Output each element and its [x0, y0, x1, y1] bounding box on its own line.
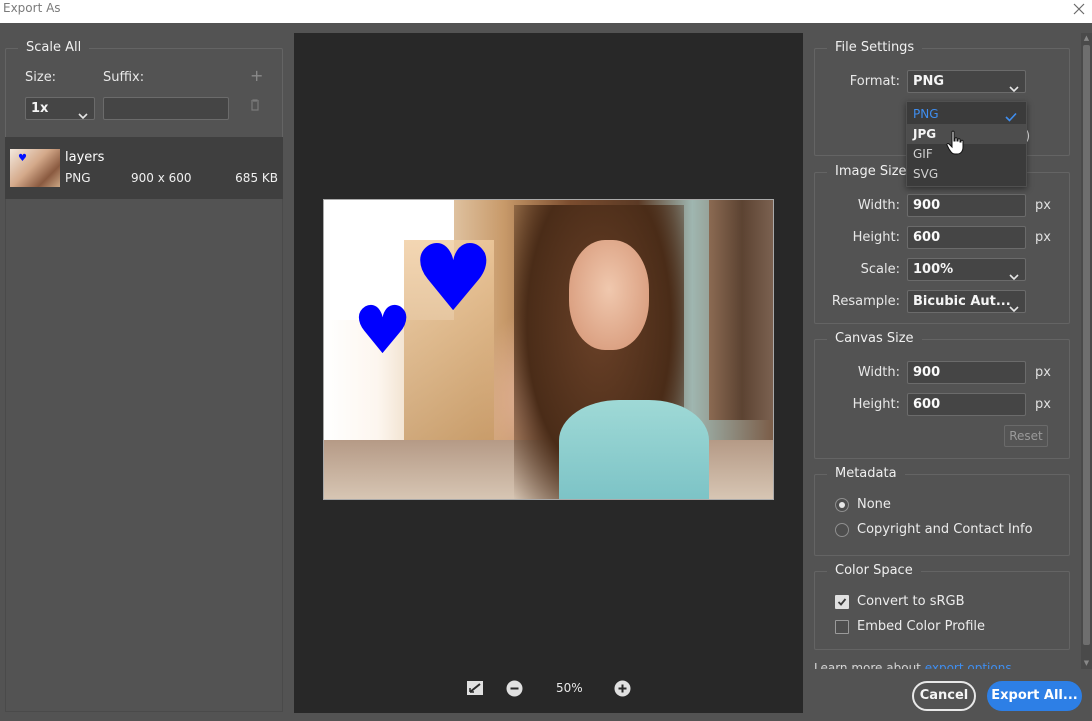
- canvas-size-title: Canvas Size: [827, 331, 922, 347]
- preview-canvas: ♥ ♥ 50%: [294, 33, 803, 713]
- window-title: Export As: [3, 1, 61, 15]
- title-bar: Export As: [0, 0, 1092, 23]
- canvas-height-label: Height:: [852, 397, 900, 412]
- metadata-copyright-label: Copyright and Contact Info: [857, 522, 1033, 537]
- metadata-title: Metadata: [827, 466, 905, 482]
- scale-label: Scale:: [860, 262, 900, 277]
- format-select[interactable]: PNG: [907, 70, 1026, 93]
- canvas-height-input[interactable]: 600: [907, 393, 1026, 416]
- canvas-width-label: Width:: [857, 365, 900, 380]
- chevron-down-icon: [1009, 298, 1019, 319]
- embed-profile-label: Embed Color Profile: [857, 619, 986, 634]
- chevron-down-icon: [1009, 78, 1019, 99]
- format-label: Format:: [849, 74, 900, 89]
- learn-more-prefix: Learn more about: [814, 661, 921, 669]
- format-dropdown-menu: PNG JPG GIF SVG: [906, 101, 1027, 187]
- asset-name: layers: [65, 150, 105, 165]
- color-space-group: Color Space: [814, 563, 1070, 650]
- heart-shape-large: ♥: [412, 225, 495, 332]
- metadata-none-radio[interactable]: [835, 498, 849, 512]
- metadata-copyright-radio[interactable]: [835, 523, 849, 537]
- reset-button[interactable]: Reset: [1004, 425, 1048, 447]
- size-select[interactable]: 1x: [25, 97, 95, 120]
- image-height-unit: px: [1035, 230, 1051, 245]
- scrollbar-thumb[interactable]: [1083, 45, 1090, 645]
- format-select-value: PNG: [913, 74, 945, 89]
- add-scale-icon[interactable]: +: [250, 66, 263, 85]
- format-option-gif-label: GIF: [913, 147, 933, 161]
- assets-panel: Scale All Size: Suffix: + 1x ♥ layers PN…: [0, 23, 290, 721]
- heart-shape-small: ♥: [353, 292, 413, 369]
- cancel-button[interactable]: Cancel: [912, 681, 976, 711]
- suffix-label: Suffix:: [103, 70, 145, 85]
- resample-label: Resample:: [831, 294, 900, 309]
- zoom-in-icon[interactable]: [614, 680, 631, 701]
- resample-select-value: Bicubic Aut...: [913, 294, 1011, 309]
- metadata-none-label: None: [857, 497, 891, 512]
- embed-profile-checkbox[interactable]: [835, 620, 849, 634]
- learn-more-text: Learn more about export options: [814, 661, 1079, 669]
- convert-srgb-label: Convert to sRGB: [857, 594, 965, 609]
- trash-icon[interactable]: [250, 99, 260, 115]
- right-panel-scrollbar[interactable]: ▲ ▼: [1081, 33, 1092, 669]
- size-label: Size:: [25, 70, 57, 85]
- export-options-link[interactable]: export options: [925, 661, 1012, 669]
- image-width-label: Width:: [857, 198, 900, 213]
- format-option-png[interactable]: PNG: [907, 104, 1026, 124]
- zoom-level: 50%: [556, 681, 583, 695]
- chevron-down-icon: [78, 105, 88, 126]
- preview-image: ♥ ♥: [323, 199, 774, 500]
- format-option-svg-label: SVG: [913, 167, 939, 181]
- resample-select[interactable]: Bicubic Aut...: [907, 290, 1026, 313]
- canvas-width-unit: px: [1035, 365, 1051, 380]
- metadata-group: Metadata: [814, 466, 1070, 556]
- hand-cursor-icon: [946, 130, 966, 156]
- image-height-label: Height:: [852, 230, 900, 245]
- image-width-unit: px: [1035, 198, 1051, 213]
- canvas-width-input[interactable]: 900: [907, 361, 1026, 384]
- scroll-up-icon[interactable]: ▲: [1082, 34, 1091, 43]
- size-select-value: 1x: [31, 101, 49, 116]
- chevron-down-icon: [1009, 266, 1019, 287]
- suffix-input[interactable]: [103, 97, 229, 120]
- format-option-jpg[interactable]: JPG: [907, 124, 1026, 144]
- format-option-png-label: PNG: [913, 107, 939, 121]
- asset-dimensions: 900 x 600: [131, 171, 192, 185]
- scale-select[interactable]: 100%: [907, 258, 1026, 281]
- convert-srgb-checkbox[interactable]: [835, 595, 849, 609]
- fit-to-screen-icon[interactable]: [466, 680, 484, 700]
- export-all-button[interactable]: Export All...: [987, 681, 1082, 711]
- file-settings-title: File Settings: [827, 40, 923, 56]
- close-icon[interactable]: [1070, 0, 1088, 18]
- scale-select-value: 100%: [913, 262, 954, 277]
- image-height-input[interactable]: 600: [907, 226, 1026, 249]
- asset-thumbnail: ♥: [10, 149, 60, 187]
- image-width-input[interactable]: 900: [907, 194, 1026, 217]
- asset-file-size: 685 KB: [235, 171, 278, 185]
- image-size-title: Image Size: [827, 164, 915, 180]
- format-option-svg[interactable]: SVG: [907, 164, 1026, 184]
- scroll-down-icon[interactable]: ▼: [1082, 659, 1091, 668]
- asset-row[interactable]: ♥ layers PNG 900 x 600 685 KB: [5, 137, 283, 199]
- scale-all-title: Scale All: [18, 40, 90, 56]
- format-option-jpg-label: JPG: [913, 127, 937, 141]
- format-option-gif[interactable]: GIF: [907, 144, 1026, 164]
- zoom-out-icon[interactable]: [506, 680, 523, 701]
- asset-list-area: [5, 199, 283, 712]
- asset-format: PNG: [65, 171, 91, 185]
- heart-icon: ♥: [18, 153, 27, 164]
- canvas-height-unit: px: [1035, 397, 1051, 412]
- zoom-controls: 50%: [464, 678, 634, 700]
- color-space-title: Color Space: [827, 563, 921, 579]
